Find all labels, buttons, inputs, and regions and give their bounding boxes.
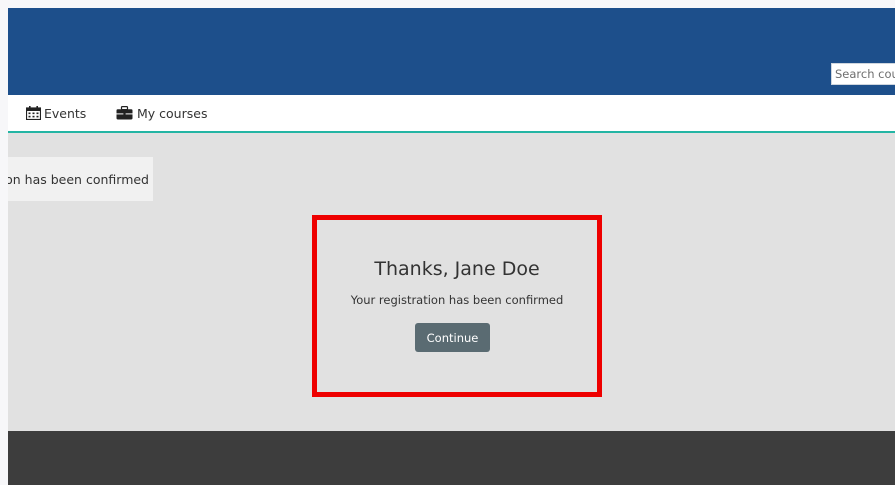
- notice-text: ion has been confirmed: [8, 171, 149, 187]
- nav-item-my-courses[interactable]: My courses: [116, 95, 207, 131]
- nav-item-events[interactable]: Events: [26, 95, 86, 131]
- briefcase-icon: [116, 106, 133, 120]
- confirmation-title: Thanks, Jane Doe: [374, 258, 540, 280]
- site-header: [8, 8, 895, 95]
- confirmation-notice: ion has been confirmed: [8, 157, 153, 201]
- page-frame: Events My courses ion has been confirmed…: [8, 8, 895, 485]
- main-navbar: Events My courses: [8, 95, 895, 133]
- nav-events-label: Events: [44, 105, 87, 121]
- nav-courses-label: My courses: [137, 105, 208, 121]
- calendar-icon: [26, 106, 41, 120]
- confirmation-message: Your registration has been confirmed: [350, 293, 564, 307]
- search-courses-input[interactable]: [831, 63, 895, 85]
- continue-button[interactable]: Continue: [415, 323, 490, 352]
- site-footer: [8, 431, 895, 485]
